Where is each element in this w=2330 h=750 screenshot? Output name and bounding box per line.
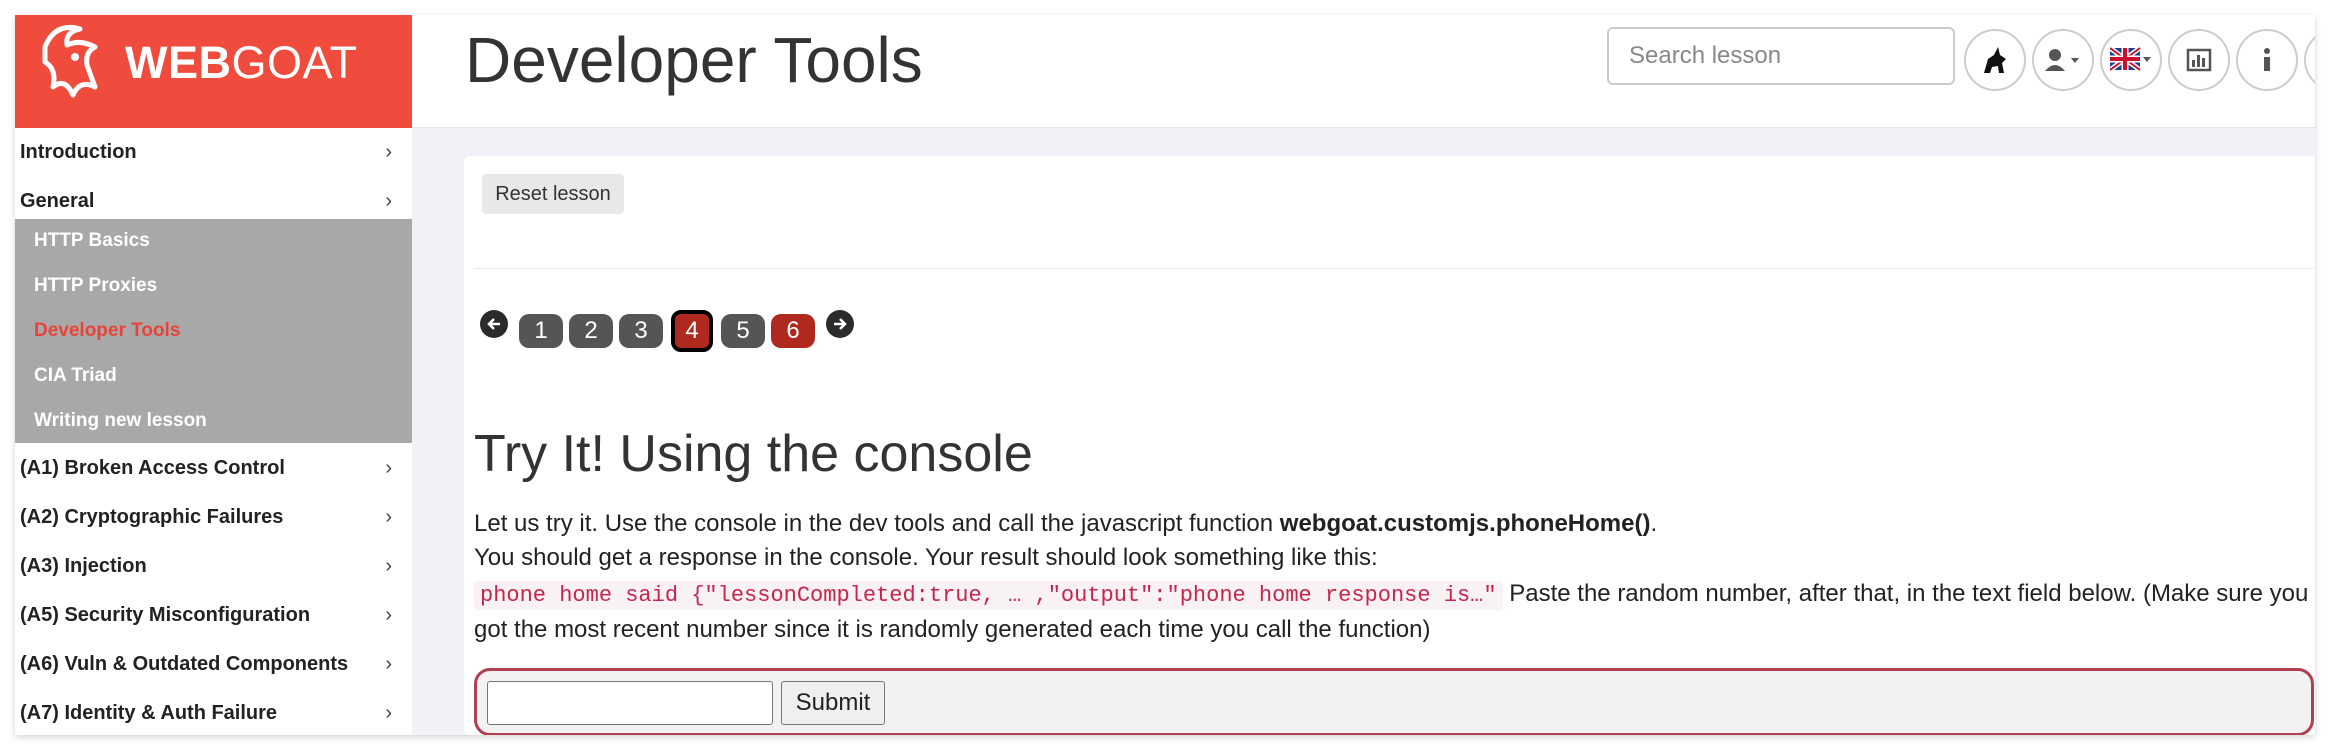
lesson-panel: Reset lesson 1 2 3 4 5 6 Try It! Using t… <box>464 156 2315 735</box>
page-button-5[interactable]: 5 <box>721 314 765 348</box>
chevron-right-icon: › <box>385 506 392 528</box>
chevron-right-icon: › <box>385 653 392 675</box>
menu-category-introduction[interactable]: Introduction › <box>15 128 412 177</box>
lesson-paragraph-1: Let us try it. Use the console in the de… <box>474 510 1658 537</box>
menu-category-label: (A7) Identity & Auth Failure <box>20 702 278 724</box>
divider <box>474 268 2315 269</box>
menu-category-label: (A2) Cryptographic Failures <box>20 506 284 528</box>
chevron-right-icon: › <box>385 141 392 163</box>
chevron-right-icon: › <box>385 702 392 724</box>
uk-flag-icon <box>2110 47 2151 73</box>
chevron-right-icon: › <box>385 555 392 577</box>
wolf-button[interactable] <box>1964 29 2026 91</box>
user-menu-button[interactable] <box>2032 29 2094 91</box>
menu-category-a1[interactable]: (A1) Broken Access Control › <box>15 444 412 493</box>
general-submenu: HTTP Basics HTTP Proxies Developer Tools… <box>15 219 412 443</box>
example-output-code: phone home said {"lessonCompleted:true, … <box>474 581 1503 610</box>
menu-category-a6[interactable]: (A6) Vuln & Outdated Components › <box>15 640 412 689</box>
arrow-left-icon <box>487 318 500 330</box>
page-button-4[interactable]: 4 <box>671 310 713 352</box>
wolf-icon <box>1984 47 2006 73</box>
submenu-item-http-basics[interactable]: HTTP Basics <box>15 219 412 264</box>
contact-button[interactable] <box>2304 29 2315 91</box>
answer-form: Submit <box>474 668 2314 735</box>
reset-lesson-button[interactable]: Reset lesson <box>482 174 624 214</box>
chevron-right-icon: › <box>385 604 392 626</box>
about-button[interactable] <box>2236 29 2298 91</box>
submit-button[interactable]: Submit <box>781 681 885 725</box>
chevron-right-icon: › <box>385 190 392 212</box>
previous-page-button[interactable] <box>480 310 508 338</box>
lesson-paragraph-3: phone home said {"lessonCompleted:true, … <box>474 580 2309 643</box>
report-card-button[interactable] <box>2168 29 2230 91</box>
lesson-text: Let us try it. Use the console in the de… <box>474 507 2314 647</box>
page-button-1[interactable]: 1 <box>519 314 563 348</box>
lesson-paragraph-2: You should get a response in the console… <box>474 544 1378 571</box>
webgoat-logo[interactable]: WEBGOAT <box>15 15 412 128</box>
info-icon <box>2264 48 2270 71</box>
webgoat-window: WEBGOAT Introduction › General › HTTP Ba… <box>15 15 2315 735</box>
next-page-button[interactable] <box>826 310 854 338</box>
language-button[interactable] <box>2100 29 2162 91</box>
page-button-6[interactable]: 6 <box>771 314 815 348</box>
logo-text: WEBGOAT <box>125 37 358 88</box>
chevron-right-icon: › <box>385 457 392 479</box>
menu-category-label: (A3) Injection <box>20 555 147 577</box>
chart-icon <box>2186 48 2212 72</box>
submenu-item-cia-triad[interactable]: CIA Triad <box>15 353 412 398</box>
function-name: webgoat.customjs.phoneHome() <box>1279 510 1651 537</box>
arrow-right-icon <box>834 318 847 330</box>
page-button-2[interactable]: 2 <box>569 314 613 348</box>
page-button-3[interactable]: 3 <box>619 314 663 348</box>
menu-category-a3[interactable]: (A3) Injection › <box>15 542 412 591</box>
menu-category-label: General <box>20 190 95 212</box>
menu-category-a2[interactable]: (A2) Cryptographic Failures › <box>15 493 412 542</box>
search-input[interactable] <box>1607 27 1955 85</box>
page-title: Developer Tools <box>465 24 923 96</box>
section-title: Try It! Using the console <box>474 425 1033 483</box>
menu-category-label: (A5) Security Misconfiguration <box>20 604 311 626</box>
header: Developer Tools <box>412 15 2315 128</box>
menu-category-label: (A1) Broken Access Control <box>20 457 285 479</box>
submenu-item-http-proxies[interactable]: HTTP Proxies <box>15 264 412 309</box>
menu-category-label: (A6) Vuln & Outdated Components <box>20 653 349 675</box>
answer-input[interactable] <box>487 681 773 725</box>
sidebar: WEBGOAT Introduction › General › HTTP Ba… <box>15 15 412 735</box>
submenu-item-developer-tools[interactable]: Developer Tools <box>15 309 412 354</box>
goat-logo-icon <box>42 25 98 98</box>
submenu-item-writing-new-lesson[interactable]: Writing new lesson <box>15 398 412 443</box>
menu-category-a5[interactable]: (A5) Security Misconfiguration › <box>15 591 412 640</box>
menu-category-a7[interactable]: (A7) Identity & Auth Failure › <box>15 689 412 735</box>
menu-category-label: Introduction <box>20 141 137 163</box>
user-icon <box>2045 49 2079 71</box>
